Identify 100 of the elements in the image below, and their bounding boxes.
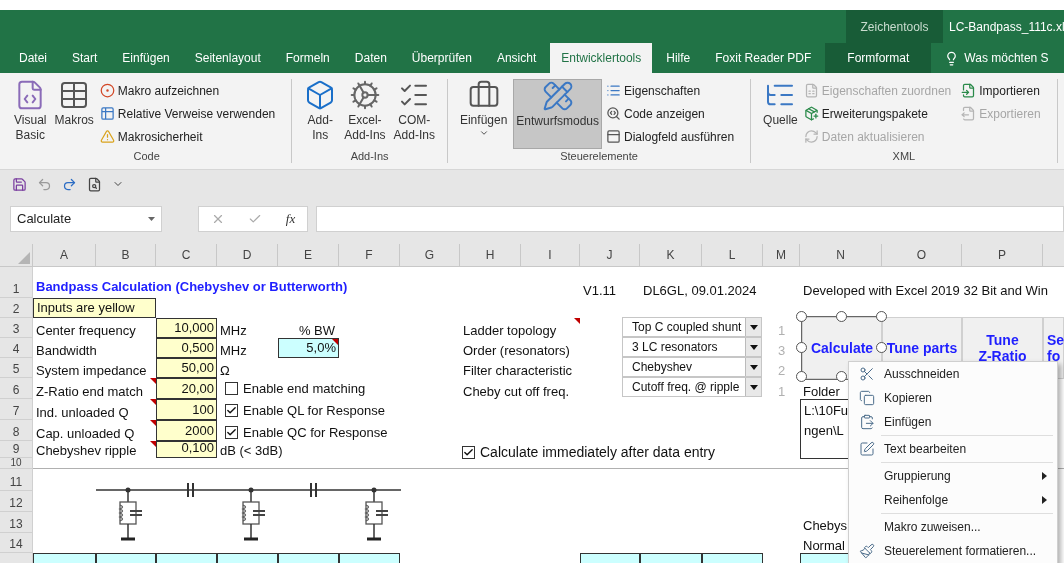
row-header[interactable]: 9 <box>0 441 33 458</box>
resize-handle[interactable] <box>876 311 887 322</box>
row-header[interactable]: 5 <box>0 358 33 378</box>
dropdown[interactable]: Chebyshev <box>622 357 762 377</box>
name-box[interactable]: Calculate <box>10 206 162 232</box>
formula-input[interactable] <box>316 206 1064 232</box>
row-header[interactable]: 13 <box>0 512 33 533</box>
menu-item[interactable]: Reihenfolge <box>884 491 1042 509</box>
ribbon-tab[interactable]: Überprüfen <box>400 43 483 73</box>
ribbon-button[interactable]: Quelle <box>761 79 800 149</box>
ribbon-tab[interactable]: Datei <box>8 43 58 73</box>
ribbon-tab[interactable]: Formformat <box>825 43 932 73</box>
ribbon-tab[interactable]: Entwicklertools <box>550 43 653 73</box>
column-header[interactable]: H <box>460 244 521 267</box>
column-header[interactable]: P <box>962 244 1043 267</box>
column-header[interactable]: N <box>800 244 882 267</box>
resize-handle[interactable] <box>796 311 807 322</box>
ribbon-small-button[interactable]: Makrosicherheit <box>99 127 276 146</box>
ribbon-button[interactable]: Entwurfsmodus <box>513 79 603 149</box>
cell-text: DL6GL, 09.01.2024 <box>642 283 757 298</box>
column-header[interactable]: B <box>96 244 156 267</box>
ribbon-small-button[interactable]: Eigenschaften <box>606 81 735 100</box>
menu-item[interactable]: Steuerelement formatieren... <box>884 542 1057 560</box>
column-header[interactable]: E <box>278 244 339 267</box>
ribbon-tab[interactable]: Foxit Reader PDF <box>704 43 823 73</box>
column-header[interactable]: A <box>33 244 96 267</box>
resize-handle[interactable] <box>796 342 807 353</box>
dropdown[interactable]: 3 LC resonators <box>622 337 762 357</box>
ribbon-tab[interactable]: Formeln <box>274 43 341 73</box>
ribbon-tab[interactable]: Ansicht <box>485 43 548 73</box>
row-header[interactable]: 4 <box>0 338 33 358</box>
import-icon <box>961 83 977 98</box>
ribbon-small-button[interactable]: Relative Verweise verwenden <box>99 104 276 123</box>
resize-handle[interactable] <box>876 342 887 353</box>
row-header[interactable]: 10 <box>0 458 33 469</box>
row-header[interactable]: 12 <box>0 491 33 512</box>
ribbon-small-button[interactable]: Erweiterungspakete <box>803 104 952 123</box>
column-header[interactable]: F <box>339 244 400 267</box>
dropdown[interactable]: Cutoff freq. @ ripple <box>622 377 762 397</box>
ribbon-button[interactable]: Add- Ins <box>302 79 339 149</box>
column-header[interactable]: L <box>702 244 763 267</box>
tell-me-field[interactable]: Was möchten S <box>964 49 1049 67</box>
ribbon-button[interactable]: Einfügen <box>457 79 510 149</box>
row-header[interactable]: 14 <box>0 533 33 553</box>
checkbox[interactable] <box>462 446 475 459</box>
export-icon <box>961 106 977 121</box>
menu-item[interactable]: Makro zuweisen... <box>884 518 1057 536</box>
ribbon-small-button[interactable]: Makro aufzeichnen <box>99 81 276 100</box>
checkbox[interactable] <box>225 382 238 396</box>
input-cell: 0,500 <box>156 338 217 358</box>
resize-handle[interactable] <box>836 311 847 322</box>
column-header[interactable]: K <box>640 244 702 267</box>
menu-item[interactable]: Text bearbeiten <box>884 440 1057 458</box>
ribbon-small-button[interactable]: Importieren <box>961 81 1041 100</box>
cell-text: Chebyshev ripple <box>35 443 137 458</box>
row-header[interactable]: 1 <box>0 267 33 298</box>
row-header[interactable]: 2 <box>0 298 33 318</box>
record-icon <box>99 83 115 98</box>
checkbox[interactable] <box>225 426 238 440</box>
menu-item[interactable]: Kopieren <box>884 389 1057 407</box>
insert-function-button[interactable]: fx <box>285 209 296 229</box>
cell-text: Z-Ratio end match <box>35 384 143 399</box>
ribbon-tab[interactable]: Einfügen <box>111 43 181 73</box>
ribbon-button[interactable]: Makros <box>52 79 96 149</box>
column-header[interactable]: D <box>217 244 278 267</box>
ribbon-tab[interactable]: Hilfe <box>655 43 702 73</box>
ribbon-tab[interactable]: Seitenlayout <box>183 43 272 73</box>
ribbon-button[interactable]: COM- Add-Ins <box>391 79 437 149</box>
redo-icon[interactable] <box>62 176 77 192</box>
ribbon-small-button[interactable]: Dialogfeld ausführen <box>606 127 735 146</box>
row-header[interactable]: 11 <box>0 469 33 491</box>
column-header[interactable]: I <box>521 244 580 267</box>
column-header[interactable]: M <box>763 244 800 267</box>
ribbon-tab[interactable]: Daten <box>343 43 398 73</box>
ribbon-button[interactable]: Excel- Add-Ins <box>342 79 388 149</box>
resize-handle[interactable] <box>796 371 807 382</box>
ribbon-small-button[interactable]: Code anzeigen <box>606 104 735 123</box>
row-header[interactable]: 7 <box>0 399 33 420</box>
print-preview-icon[interactable] <box>87 176 102 192</box>
output-cell: 5,0% <box>278 338 339 358</box>
row-header[interactable]: 8 <box>0 420 33 441</box>
scissors-icon <box>858 366 875 382</box>
cell-text: MHz <box>219 343 247 358</box>
save-icon[interactable] <box>12 176 27 192</box>
column-header[interactable]: J <box>580 244 640 267</box>
row-header[interactable]: 3 <box>0 318 33 338</box>
row-header[interactable]: 6 <box>0 378 33 399</box>
ribbon-button[interactable]: Visual Basic <box>12 79 49 149</box>
column-header[interactable]: G <box>400 244 460 267</box>
menu-item[interactable]: Gruppierung <box>884 467 1042 485</box>
table-icon <box>99 106 115 121</box>
resize-handle[interactable] <box>836 371 847 382</box>
checkbox[interactable] <box>225 404 238 418</box>
cell-text: Folder <box>802 384 840 399</box>
ribbon-tab[interactable]: Start <box>61 43 109 73</box>
menu-item[interactable]: Einfügen <box>884 413 1057 431</box>
column-header[interactable]: C <box>156 244 217 267</box>
column-header[interactable]: O <box>882 244 962 267</box>
dropdown[interactable]: Top C coupled shunt <box>622 317 762 337</box>
cell-text: Order (resonators) <box>462 343 570 358</box>
